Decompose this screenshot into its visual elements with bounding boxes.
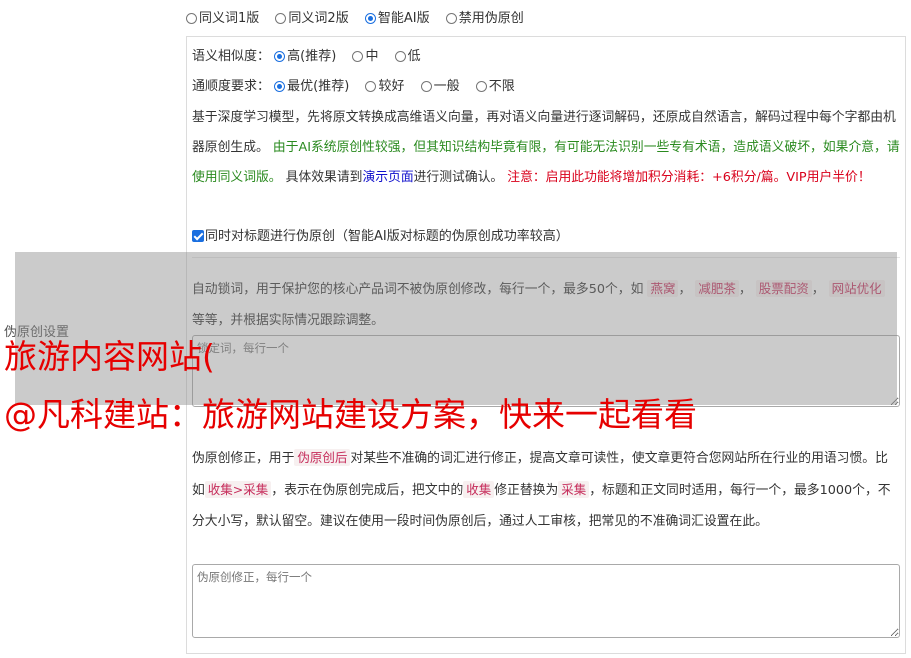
mode-radio-group: 同义词1版 同义词2版 智能AI版 禁用伪原创 xyxy=(186,10,536,28)
similarity-low-radio[interactable] xyxy=(394,51,406,62)
similarity-high-radio[interactable] xyxy=(274,51,286,62)
title-pseudo-row[interactable]: 同时对标题进行伪原创（智能AI版对标题的伪原创成功率较高） xyxy=(192,222,569,252)
mode-ai[interactable]: 智能AI版 xyxy=(364,10,430,28)
correction-tag: 收集>采集 xyxy=(204,481,272,498)
fluency-best[interactable]: 最优(推荐) xyxy=(274,72,349,102)
similarity-row: 语义相似度： 高(推荐) 中 低 xyxy=(192,42,433,72)
similarity-medium[interactable]: 中 xyxy=(352,42,378,72)
fluency-row: 通顺度要求： 最优(推荐) 较好 一般 不限 xyxy=(192,72,527,102)
fluency-best-radio[interactable] xyxy=(274,81,286,92)
ad-overlay xyxy=(15,252,897,405)
ai-warning-red: 注意：启用此功能将增加积分消耗：+6积分/篇。VIP用户半价！ xyxy=(507,170,871,185)
fluency-good-radio[interactable] xyxy=(365,81,377,92)
correction-tag: 收集 xyxy=(463,481,495,498)
similarity-medium-radio[interactable] xyxy=(352,51,364,62)
fluency-any-radio[interactable] xyxy=(475,81,487,92)
corrections-description: 伪原创修正，用于 伪原创后 对某些不准确的词汇进行修正，提高文章可读性，使文章更符合… xyxy=(192,449,891,529)
mode-synonym-1-radio[interactable] xyxy=(186,13,197,24)
fluency-any[interactable]: 不限 xyxy=(475,72,515,102)
mode-synonym-1[interactable]: 同义词1版 xyxy=(186,10,259,28)
overlay-text-line2: @凡科建站：旅游网站建设方案，快来一起看看 xyxy=(4,395,697,434)
fluency-normal-radio[interactable] xyxy=(420,81,432,92)
fluency-good[interactable]: 较好 xyxy=(365,72,404,102)
demo-page-link[interactable]: 演示页面 xyxy=(362,170,413,185)
correction-tag: 采集 xyxy=(558,481,590,498)
overlay-text-line1: 旅游内容网站( xyxy=(4,337,215,376)
corrections-input[interactable] xyxy=(192,564,900,638)
mode-synonym-2[interactable]: 同义词2版 xyxy=(275,10,349,28)
similarity-low[interactable]: 低 xyxy=(394,42,421,72)
mode-synonym-2-radio[interactable] xyxy=(275,13,287,24)
ai-description: 基于深度学习模型，先将原文转换成高维语义向量，再对语义向量进行逐词解码，还原成自… xyxy=(192,110,900,185)
mode-ai-radio[interactable] xyxy=(364,13,376,24)
similarity-high[interactable]: 高(推荐) xyxy=(274,42,336,72)
title-pseudo-checkbox[interactable] xyxy=(192,230,204,242)
correction-tag: 伪原创后 xyxy=(294,449,351,466)
fluency-normal[interactable]: 一般 xyxy=(420,72,460,102)
mode-disable-radio[interactable] xyxy=(445,13,457,24)
mode-disable[interactable]: 禁用伪原创 xyxy=(445,10,524,28)
